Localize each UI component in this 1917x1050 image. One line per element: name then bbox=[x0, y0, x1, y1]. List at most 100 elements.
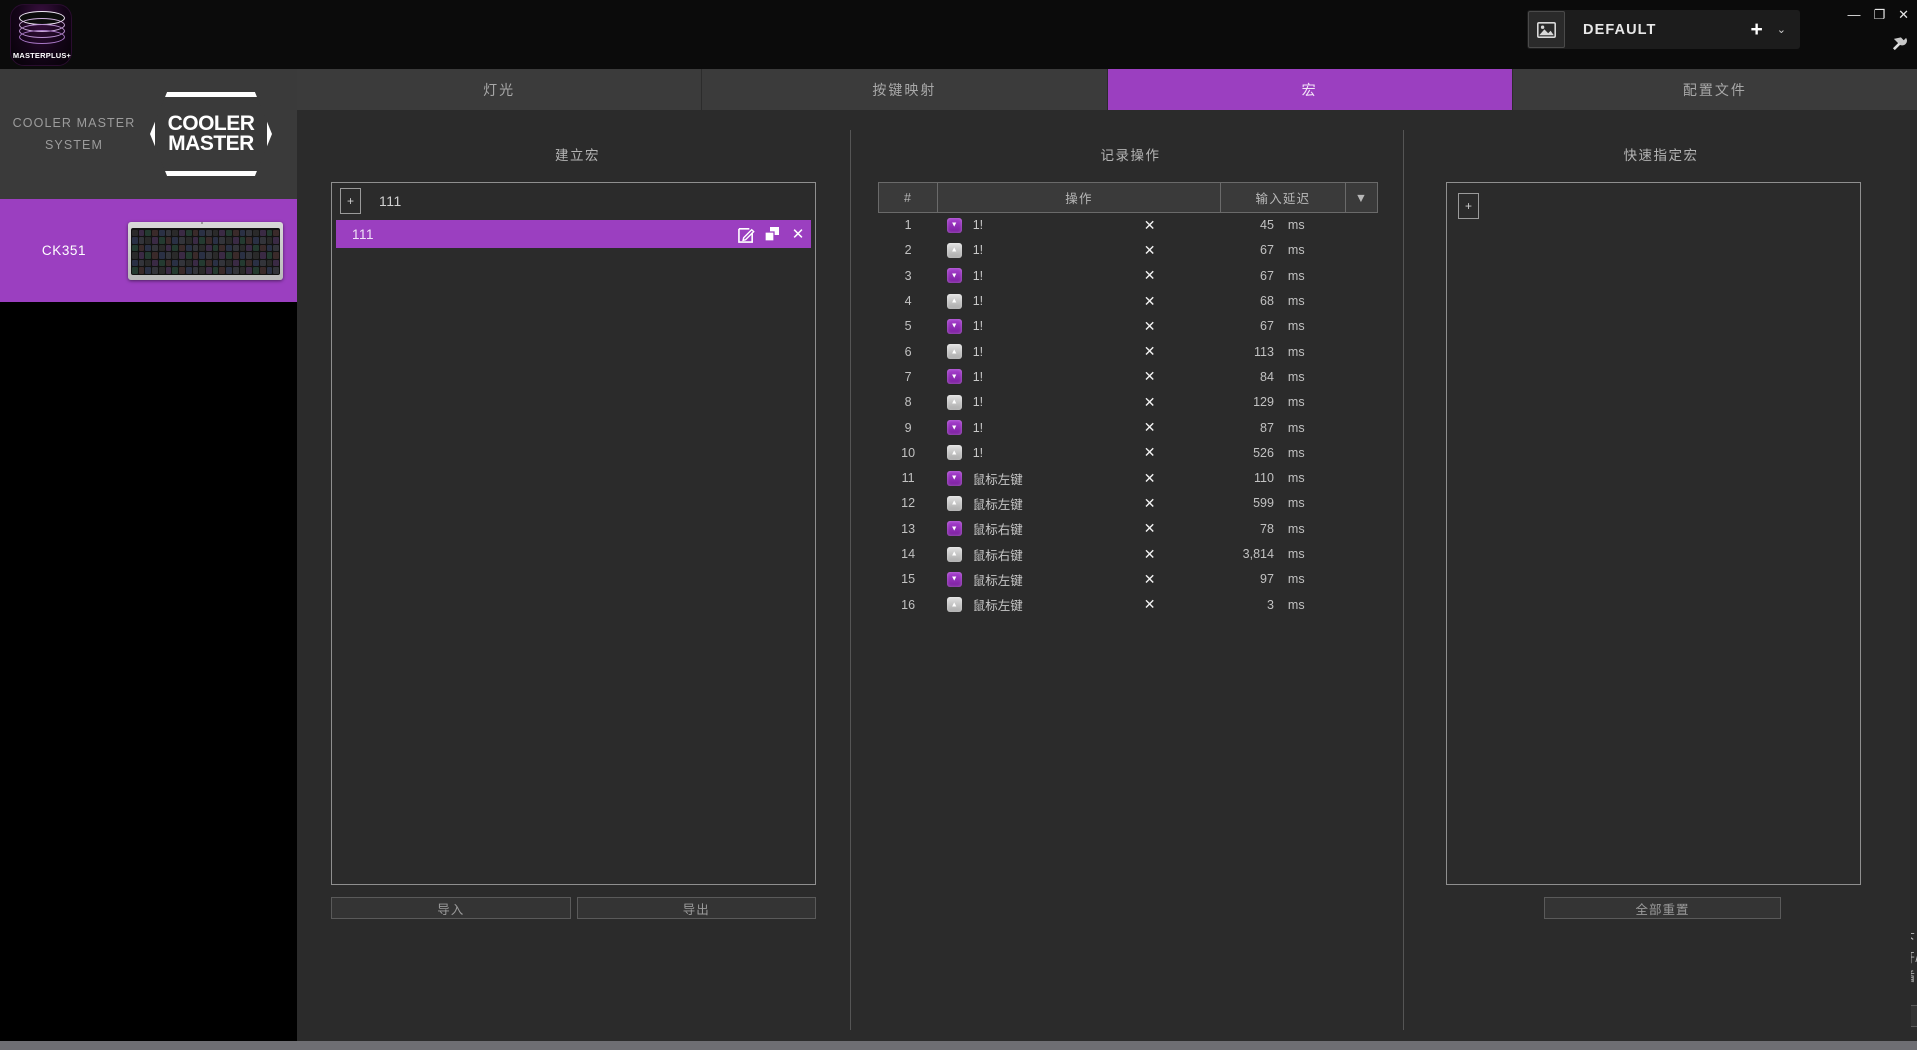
row-action: ▲ 1! bbox=[938, 238, 1079, 263]
edit-pencil-icon-svg bbox=[737, 227, 755, 243]
row-delay-value[interactable]: 3,814 bbox=[1220, 541, 1283, 566]
record-actions-panel: 记录操作 # 操作 输入延迟 ▼ 1 ▼ 1! ✕ 45 ms 2 ▲ 1! ✕ 67 ms 3 ▼ 1! ✕… bbox=[858, 110, 1917, 1050]
row-delete-button[interactable]: ✕ bbox=[1079, 516, 1220, 541]
table-row[interactable]: 9 ▼ 1! ✕ 87 ms bbox=[879, 415, 1378, 440]
row-delay-value[interactable]: 3 bbox=[1220, 592, 1283, 617]
row-delete-button[interactable]: ✕ bbox=[1079, 364, 1220, 389]
add-macro-button[interactable]: + bbox=[340, 187, 361, 214]
sidebar-item-system[interactable]: COOLER MASTER SYSTEM COOLER MASTER bbox=[0, 69, 297, 199]
profile-selector[interactable]: DEFAULT + ⌄ bbox=[1527, 10, 1800, 49]
row-delay-value[interactable]: 87 bbox=[1220, 415, 1283, 440]
application-window: MASTERPLUS+ DEFAULT + ⌄ — ❐ ✕ COOLER MAS… bbox=[0, 0, 1917, 1050]
tab-key-mapping[interactable]: 按键映射 bbox=[702, 69, 1108, 110]
row-index: 1 bbox=[904, 218, 912, 233]
table-row[interactable]: 14 ▲ 鼠标右键 ✕ 3,814 ms bbox=[879, 541, 1378, 566]
row-action: ▼ 鼠标左键 bbox=[938, 465, 1079, 490]
row-delete-button[interactable]: ✕ bbox=[1079, 339, 1220, 364]
close-x-icon: ✕ bbox=[1143, 545, 1156, 562]
row-delete-button[interactable]: ✕ bbox=[1079, 238, 1220, 263]
row-action-label: 1! bbox=[972, 445, 984, 460]
row-action: ▲ 鼠标右键 bbox=[938, 541, 1079, 566]
table-row[interactable]: 15 ▼ 鼠标左键 ✕ 97 ms bbox=[879, 567, 1378, 592]
table-row[interactable]: 2 ▲ 1! ✕ 67 ms bbox=[879, 238, 1378, 263]
tab-lighting[interactable]: 灯光 bbox=[297, 69, 703, 110]
sidebar-item-ck351[interactable]: CK351 bbox=[0, 199, 297, 302]
keyboard-cable bbox=[201, 221, 203, 224]
row-delete-button[interactable]: ✕ bbox=[1079, 288, 1220, 313]
table-row[interactable]: 4 ▲ 1! ✕ 68 ms bbox=[879, 288, 1378, 313]
reset-all-button[interactable]: 全部重置 bbox=[1544, 897, 1781, 919]
row-index: 13 bbox=[901, 521, 916, 536]
row-delete-button[interactable]: ✕ bbox=[1079, 592, 1220, 617]
row-action-label: 1! bbox=[972, 369, 984, 384]
brand-line1: COOLER bbox=[167, 112, 255, 135]
row-delay-value[interactable]: 526 bbox=[1220, 440, 1283, 465]
row-delay-value[interactable]: 110 bbox=[1220, 465, 1283, 490]
macro-list-item[interactable]: 111 ✕ bbox=[336, 220, 811, 248]
edit-pencil-icon[interactable] bbox=[733, 220, 759, 248]
table-row[interactable]: 10 ▲ 1! ✕ 526 ms bbox=[879, 440, 1378, 465]
row-delete-button[interactable]: ✕ bbox=[1079, 390, 1220, 415]
table-row[interactable]: 3 ▼ 1! ✕ 67 ms bbox=[879, 263, 1378, 288]
table-row[interactable]: 13 ▼ 鼠标右键 ✕ 78 ms bbox=[879, 516, 1378, 541]
key-down-icon: ▼ bbox=[946, 521, 962, 537]
row-delete-button[interactable]: ✕ bbox=[1079, 314, 1220, 339]
table-row[interactable]: 1 ▼ 1! ✕ 45 ms bbox=[879, 213, 1378, 238]
close-x-icon: ✕ bbox=[1143, 241, 1156, 258]
row-index: 14 bbox=[901, 547, 916, 561]
profile-image-icon[interactable] bbox=[1528, 11, 1565, 48]
row-index: 7 bbox=[904, 369, 912, 384]
macro-add-row[interactable]: + 111 bbox=[332, 183, 815, 218]
close-button[interactable]: ✕ bbox=[1898, 8, 1909, 21]
row-delay-value[interactable]: 68 bbox=[1220, 288, 1283, 313]
row-delete-button[interactable]: ✕ bbox=[1079, 491, 1220, 516]
row-delete-button[interactable]: ✕ bbox=[1079, 263, 1220, 288]
row-delete-button[interactable]: ✕ bbox=[1079, 213, 1220, 238]
row-delay-value[interactable]: 67 bbox=[1220, 263, 1283, 288]
chevron-down-icon[interactable]: ⌄ bbox=[1771, 23, 1800, 36]
row-delay-value[interactable]: 67 bbox=[1220, 314, 1283, 339]
export-button[interactable]: 导出 bbox=[576, 897, 816, 919]
tab-profile[interactable]: 配置文件 bbox=[1512, 69, 1917, 110]
key-down-icon: ▼ bbox=[946, 420, 962, 436]
table-row[interactable]: 11 ▼ 鼠标左键 ✕ 110 ms bbox=[879, 465, 1378, 490]
row-delete-button[interactable]: ✕ bbox=[1079, 567, 1220, 592]
row-action: ▼ 鼠标左键 bbox=[938, 567, 1079, 592]
key-up-icon: ▲ bbox=[946, 293, 962, 309]
minimize-button[interactable]: — bbox=[1847, 8, 1860, 21]
delay-dropdown-button[interactable]: ▼ bbox=[1345, 182, 1378, 213]
row-delay-value[interactable]: 45 bbox=[1220, 213, 1283, 238]
row-delete-button[interactable]: ✕ bbox=[1079, 541, 1220, 566]
row-delay-value[interactable]: 78 bbox=[1220, 516, 1283, 541]
row-delay-value[interactable]: 84 bbox=[1220, 364, 1283, 389]
row-delay-value[interactable]: 113 bbox=[1220, 339, 1283, 364]
table-row[interactable]: 7 ▼ 1! ✕ 84 ms bbox=[879, 364, 1378, 389]
table-row[interactable]: 5 ▼ 1! ✕ 67 ms bbox=[879, 314, 1378, 339]
duplicate-icon[interactable] bbox=[759, 220, 785, 248]
close-x-icon[interactable]: ✕ bbox=[785, 220, 811, 248]
row-delete-button[interactable]: ✕ bbox=[1079, 440, 1220, 465]
row-delete-button[interactable]: ✕ bbox=[1079, 415, 1220, 440]
row-delay-value[interactable]: 129 bbox=[1220, 390, 1283, 415]
tools-icon[interactable] bbox=[1892, 36, 1907, 54]
table-row[interactable]: 6 ▲ 1! ✕ 113 ms bbox=[879, 339, 1378, 364]
table-row[interactable]: 16 ▲ 鼠标左键 ✕ 3 ms bbox=[879, 592, 1378, 617]
tab-macro[interactable]: 宏 bbox=[1107, 69, 1513, 110]
row-action: ▲ 1! bbox=[938, 339, 1079, 364]
row-delay-value[interactable]: 97 bbox=[1220, 567, 1283, 592]
maximize-button[interactable]: ❐ bbox=[1873, 8, 1885, 21]
row-action: ▼ 1! bbox=[938, 314, 1079, 339]
row-delay-unit: ms bbox=[1287, 243, 1305, 258]
key-down-icon: ▼ bbox=[946, 217, 962, 233]
row-delay-value[interactable]: 599 bbox=[1220, 491, 1283, 516]
table-row[interactable]: 12 ▲ 鼠标左键 ✕ 599 ms bbox=[879, 491, 1378, 516]
row-delay-value[interactable]: 67 bbox=[1220, 238, 1283, 263]
row-index: 11 bbox=[901, 471, 915, 486]
row-action: ▼ 1! bbox=[938, 263, 1079, 288]
add-profile-button[interactable]: + bbox=[1743, 19, 1771, 40]
table-row[interactable]: 8 ▲ 1! ✕ 129 ms bbox=[879, 390, 1378, 415]
row-delete-button[interactable]: ✕ bbox=[1079, 465, 1220, 490]
quick-add-button[interactable]: + bbox=[1458, 193, 1479, 219]
import-button[interactable]: 导入 bbox=[331, 897, 571, 919]
row-action: ▲ 1! bbox=[938, 390, 1079, 415]
